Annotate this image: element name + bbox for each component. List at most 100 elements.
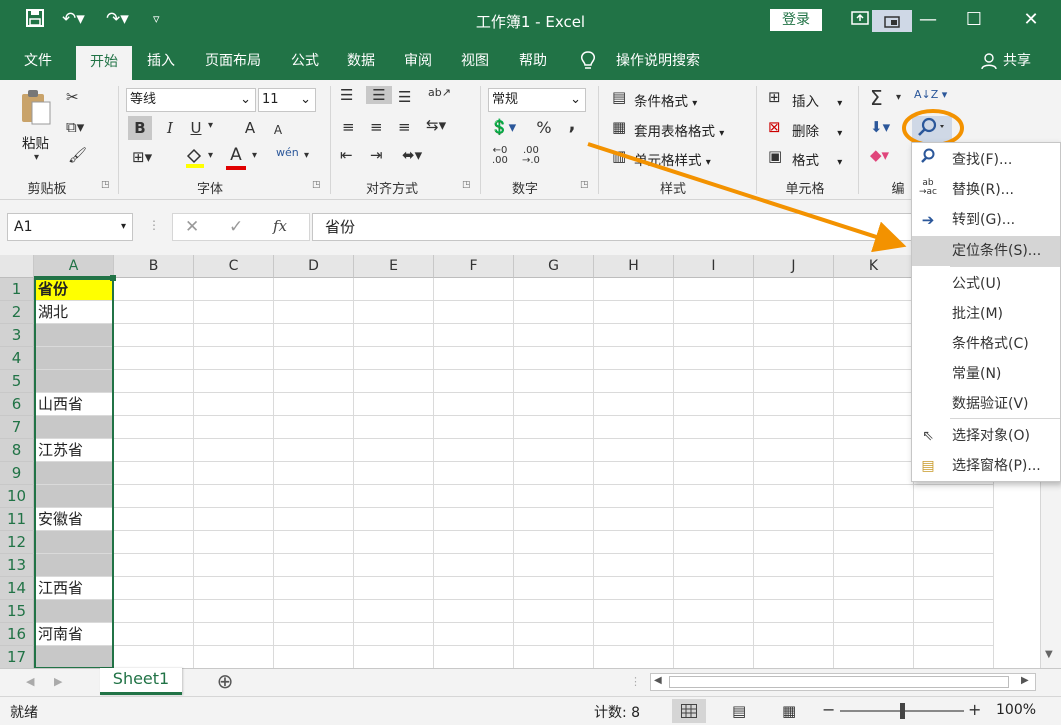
grid-cell[interactable] [594,600,674,623]
row-header[interactable]: 3 [0,324,34,347]
conditional-format-icon[interactable]: ▤ [612,88,626,106]
close-button[interactable]: ✕ [1011,6,1051,34]
column-header-j[interactable]: J [754,255,834,278]
dialog-launcher-icon[interactable]: ◳ [462,180,471,190]
scroll-right-icon[interactable]: ▶ [54,675,62,688]
grid-cell[interactable] [434,623,514,646]
tab-review[interactable]: 审阅 [395,42,441,80]
grid-cell[interactable] [834,301,914,324]
grid-cell[interactable] [514,439,594,462]
menu-item-4[interactable]: 公式(U) [912,269,1060,299]
grid-cell[interactable] [594,278,674,301]
tab-file[interactable]: 文件 [12,42,64,80]
font-size-select[interactable]: 11 ⌄ [258,88,316,112]
grid-cell[interactable] [114,347,194,370]
worksheet-grid[interactable]: A B C D E F G H I J K 1 省份 2 湖北 3 4 5 6 山西省 7 8 江苏省 9 10 11 安徽省 12 1… [0,255,1040,668]
grid-cell[interactable] [754,347,834,370]
grid-cell[interactable] [434,439,514,462]
grid-cell[interactable] [194,439,274,462]
add-sheet-button[interactable]: ⊕ [214,670,236,692]
grid-cell[interactable] [354,278,434,301]
align-center-icon[interactable]: ≡ [370,118,383,136]
grid-cell[interactable] [274,623,354,646]
grid-cell[interactable] [514,301,594,324]
grid-cell[interactable] [674,600,754,623]
merge-icon[interactable]: ⬌▾ [402,146,422,164]
format-cells-button[interactable]: 格式 ▾ [792,149,842,169]
cell-styles-button[interactable]: 单元格样式 ▾ [634,149,711,169]
row-header[interactable]: 15 [0,600,34,623]
grow-font-button[interactable]: A [240,116,260,140]
row-header[interactable]: 4 [0,347,34,370]
grid-cell[interactable] [194,554,274,577]
grid-cell[interactable] [594,554,674,577]
grid-cell[interactable] [354,324,434,347]
grid-cell[interactable] [114,416,194,439]
grid-cell[interactable] [114,600,194,623]
grid-cell[interactable] [434,301,514,324]
grid-cell[interactable] [434,600,514,623]
row-header[interactable]: 8 [0,439,34,462]
grid-cell[interactable] [274,324,354,347]
grid-cell[interactable] [594,508,674,531]
grid-cell[interactable] [434,531,514,554]
grid-cell[interactable] [514,554,594,577]
grid-cell[interactable] [434,577,514,600]
grid-cell[interactable] [754,485,834,508]
percent-button[interactable]: % [534,118,554,137]
grid-cell[interactable] [754,623,834,646]
column-header-b[interactable]: B [114,255,194,278]
grid-cell[interactable] [514,623,594,646]
grid-cell[interactable] [434,324,514,347]
grid-cell[interactable] [514,646,594,668]
conditional-format-button[interactable]: 条件格式 ▾ [634,90,697,110]
row-header[interactable]: 16 [0,623,34,646]
grid-cell[interactable] [914,485,994,508]
grid-cell[interactable] [594,324,674,347]
grid-cell[interactable] [834,393,914,416]
insert-cells-button[interactable]: 插入 ▾ [792,90,842,110]
grid-cell[interactable] [114,439,194,462]
menu-item-6[interactable]: 条件格式(C) [912,329,1060,359]
grid-cell[interactable] [194,462,274,485]
grid-cell[interactable] [354,531,434,554]
grid-cell[interactable] [194,623,274,646]
restore-pane-icon[interactable] [872,10,912,32]
grid-cell[interactable] [194,646,274,668]
column-header-h[interactable]: H [594,255,674,278]
grid-cell[interactable] [434,554,514,577]
grid-cell[interactable] [434,393,514,416]
grid-cell[interactable] [834,508,914,531]
dialog-launcher-icon[interactable]: ◳ [312,180,321,190]
grid-cell[interactable] [354,577,434,600]
grid-cell[interactable] [594,531,674,554]
zoom-level[interactable]: 100% [996,702,1036,718]
italic-button[interactable]: I [160,116,180,140]
share-button[interactable]: 共享 [998,42,1036,80]
tab-home[interactable]: 开始 [76,46,132,80]
grid-cell[interactable] [594,623,674,646]
grid-cell[interactable] [674,577,754,600]
font-color-dropdown-icon[interactable]: ▾ [252,150,257,161]
grid-cell[interactable] [834,370,914,393]
grid-cell[interactable] [674,416,754,439]
format-as-table-button[interactable]: 套用表格格式 ▾ [634,120,724,140]
name-box[interactable]: A1 ▾ [7,213,133,241]
column-header-k[interactable]: K [834,255,914,278]
grid-cell[interactable] [274,393,354,416]
menu-item-1[interactable]: ab →ac 替换(R)... [912,175,1060,205]
menu-item-8[interactable]: 数据验证(V) [912,389,1060,419]
grid-cell[interactable] [114,531,194,554]
font-color-button[interactable]: A [226,144,246,170]
grid-cell[interactable] [754,646,834,668]
grid-cell[interactable] [514,416,594,439]
grid-cell[interactable] [274,370,354,393]
grid-cell[interactable] [754,416,834,439]
bold-button[interactable]: B [128,116,152,140]
tab-data[interactable]: 数据 [338,42,384,80]
sort-filter-icon[interactable]: A↓Z ▾ [914,88,947,101]
zoom-out-icon[interactable]: − [822,700,835,719]
grid-cell[interactable] [914,600,994,623]
row-header[interactable]: 12 [0,531,34,554]
grid-cell[interactable] [434,416,514,439]
